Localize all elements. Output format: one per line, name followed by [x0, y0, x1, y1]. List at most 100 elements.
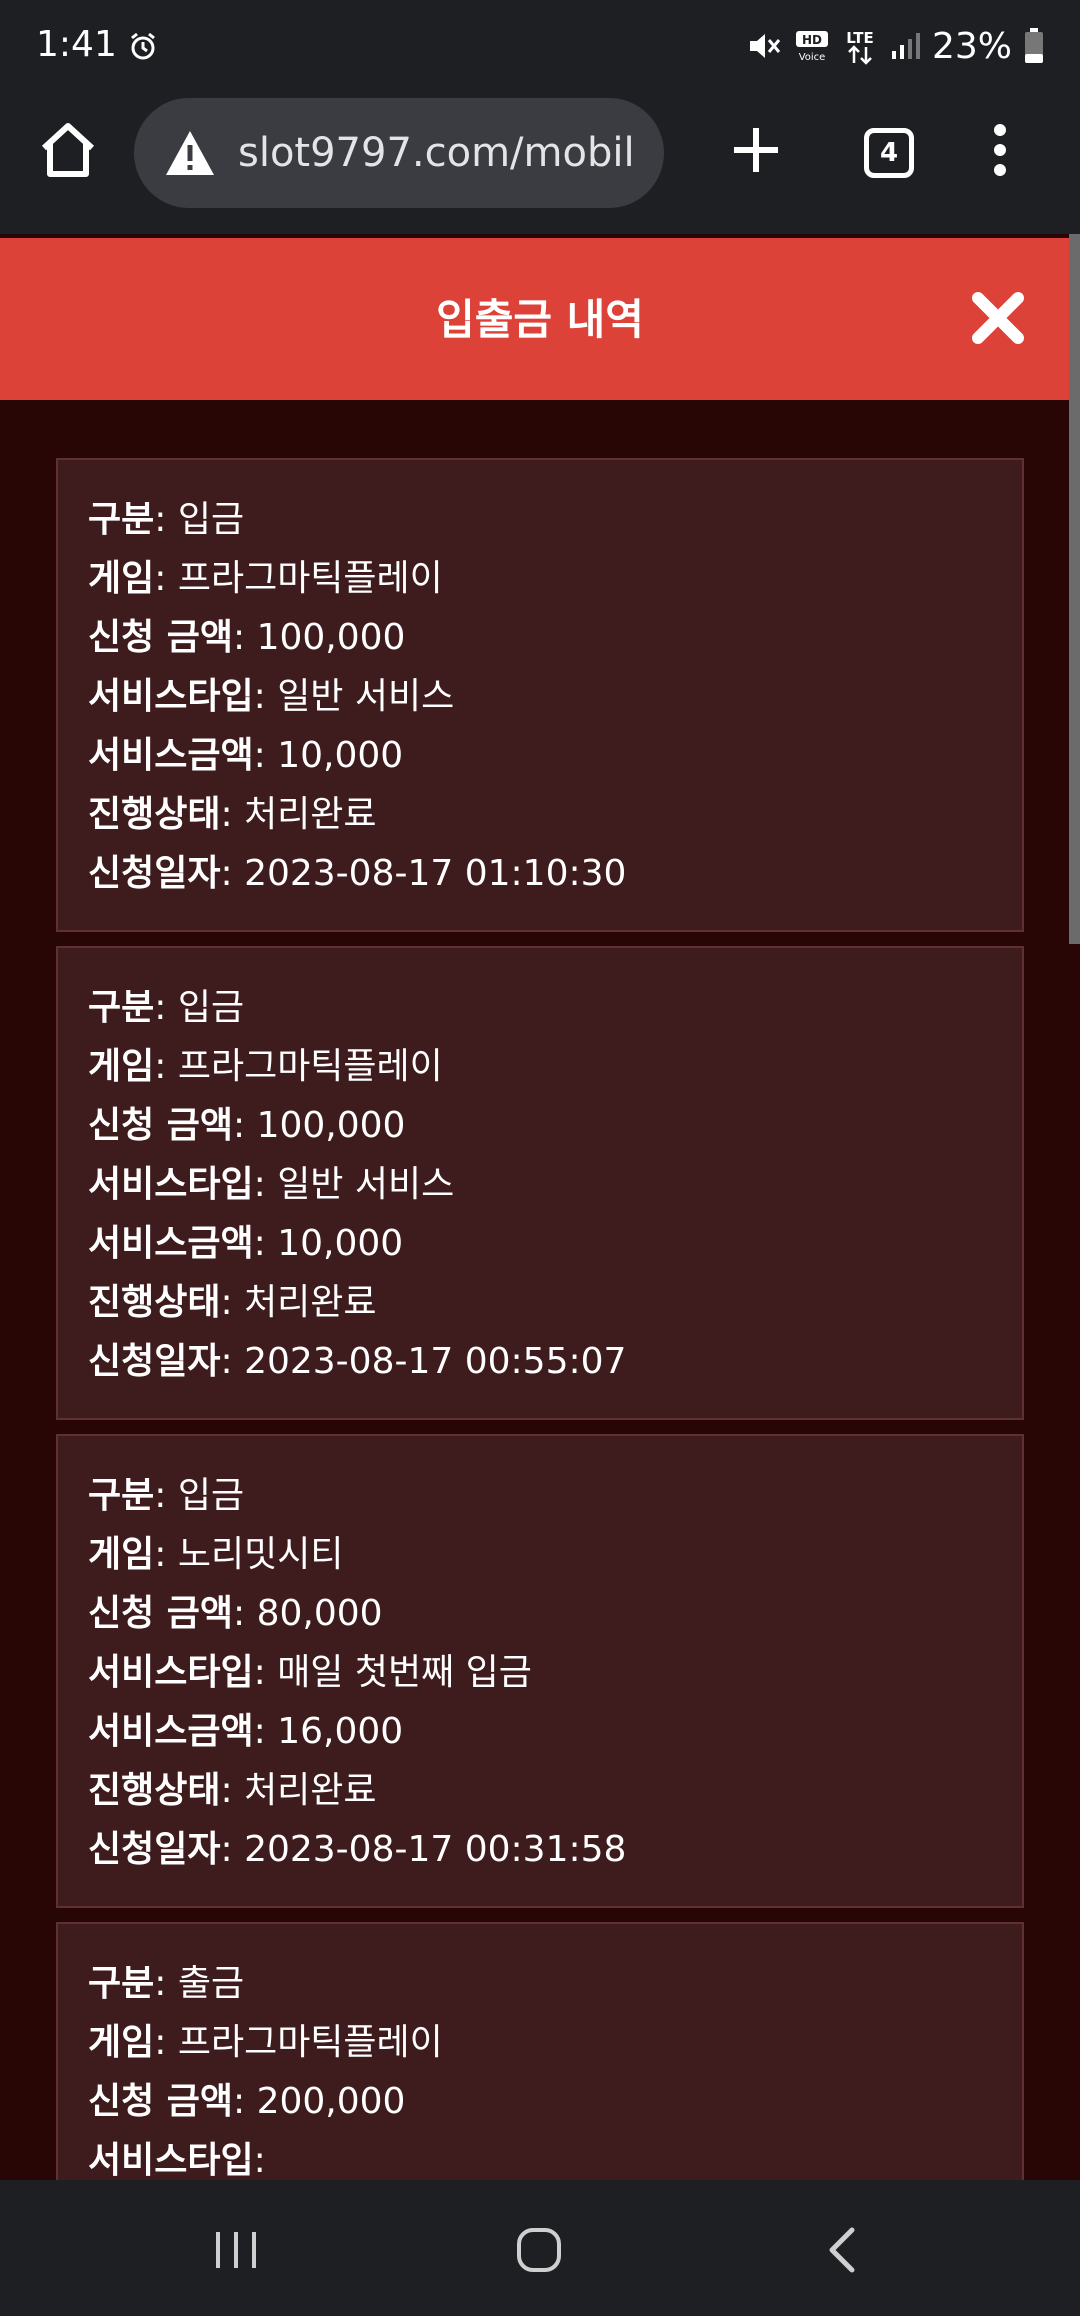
warning-icon[interactable] — [164, 127, 216, 179]
type-label: 구분 — [88, 499, 155, 540]
browser-toolbar: slot9797.com/mobil 4 — [0, 92, 1080, 234]
date-label: 신청일자 — [88, 853, 221, 894]
game-value: 프라그마틱플레이 — [177, 558, 443, 599]
amount-value: 200,000 — [256, 2081, 406, 2122]
mute-icon — [749, 34, 781, 58]
status-bar: 1:41 HD Voice LTE 23% — [0, 0, 1080, 92]
amount-value: 100,000 — [256, 1105, 406, 1146]
status-label: 진행상태 — [88, 1770, 221, 1811]
service-type-row: 서비스타입: — [88, 2140, 266, 2180]
svg-text:LTE: LTE — [846, 29, 874, 47]
service-amount-value: 10,000 — [277, 735, 404, 776]
alarm-icon — [131, 32, 155, 60]
hd-voice-icon: HD Voice — [795, 31, 828, 63]
amount-value: 80,000 — [256, 1593, 383, 1634]
status-value: 처리완료 — [244, 1282, 377, 1323]
date-row: 신청일자: 2023-08-17 00:31:58 — [88, 1829, 627, 1870]
service-type-label: 서비스타입 — [88, 1164, 254, 1205]
date-value: 2023-08-17 00:55:07 — [244, 1341, 627, 1382]
transaction-card: 구분: 입금 게임: 프라그마틱플레이 신청 금액: 100,000 서비스타입… — [56, 458, 1024, 932]
url-text[interactable]: slot9797.com/mobil — [238, 130, 635, 176]
transaction-card: 구분: 입금 게임: 노리밋시티 신청 금액: 80,000 서비스타입: 매일… — [56, 1434, 1024, 1908]
amount-label: 신청 금액 — [88, 617, 234, 658]
status-icons: HD Voice LTE 23% — [746, 24, 1044, 68]
amount-label: 신청 금액 — [88, 1593, 234, 1634]
type-label: 구분 — [88, 1475, 155, 1516]
tabs-icon[interactable]: 4 — [864, 128, 914, 178]
game-row: 게임: 노리밋시티 — [88, 1534, 344, 1575]
type-row: 구분: 입금 — [88, 987, 245, 1028]
game-label: 게임 — [88, 558, 155, 599]
service-type-value: 매일 첫번째 입금 — [277, 1652, 532, 1693]
modal-title: 입출금 내역 — [436, 295, 644, 344]
service-type-value: 일반 서비스 — [277, 676, 455, 717]
service-amount-label: 서비스금액 — [88, 1223, 254, 1264]
type-value: 입금 — [177, 1475, 245, 1516]
address-bar[interactable]: slot9797.com/mobil — [134, 98, 664, 208]
game-label: 게임 — [88, 1046, 155, 1087]
type-value: 입금 — [177, 987, 245, 1028]
game-label: 게임 — [88, 1534, 155, 1575]
amount-row: 신청 금액: 200,000 — [88, 2081, 406, 2122]
date-value: 2023-08-17 01:10:30 — [244, 853, 627, 894]
lte-icon: LTE — [846, 29, 874, 65]
home-icon[interactable] — [36, 118, 100, 182]
amount-label: 신청 금액 — [88, 1105, 234, 1146]
service-type-label: 서비스타입 — [88, 2140, 254, 2180]
game-value: 프라그마틱플레이 — [177, 2022, 443, 2063]
service-type-label: 서비스타입 — [88, 1652, 254, 1693]
tab-count: 4 — [879, 138, 899, 168]
game-label: 게임 — [88, 2022, 155, 2063]
transaction-card: 구분: 출금 게임: 프라그마틱플레이 신청 금액: 200,000 서비스타입… — [56, 1922, 1024, 2180]
type-row: 구분: 입금 — [88, 1475, 245, 1516]
back-icon[interactable] — [812, 2220, 872, 2280]
svg-text:HD: HD — [802, 33, 822, 47]
signal-icon — [891, 33, 920, 59]
type-value: 입금 — [177, 499, 245, 540]
amount-value: 100,000 — [256, 617, 406, 658]
status-row: 진행상태: 처리완료 — [88, 794, 377, 835]
status-value: 처리완료 — [244, 1770, 377, 1811]
amount-row: 신청 금액: 100,000 — [88, 617, 406, 658]
amount-row: 신청 금액: 100,000 — [88, 1105, 406, 1146]
date-label: 신청일자 — [88, 1829, 221, 1870]
service-type-label: 서비스타입 — [88, 676, 254, 717]
game-value: 프라그마틱플레이 — [177, 1046, 443, 1087]
service-amount-row: 서비스금액: 16,000 — [88, 1711, 404, 1752]
type-row: 구분: 출금 — [88, 1963, 245, 2004]
service-type-row: 서비스타입: 일반 서비스 — [88, 1164, 455, 1205]
type-value: 출금 — [177, 1963, 245, 2004]
date-value: 2023-08-17 00:31:58 — [244, 1829, 627, 1870]
service-type-value: 일반 서비스 — [277, 1164, 455, 1205]
svg-text:Voice: Voice — [799, 52, 826, 63]
date-label: 신청일자 — [88, 1341, 221, 1382]
status-time: 1:41 — [36, 24, 117, 65]
battery-percent: 23% — [931, 25, 1012, 67]
service-type-row: 서비스타입: 일반 서비스 — [88, 676, 455, 717]
game-value: 노리밋시티 — [177, 1534, 344, 1575]
home-circle-icon[interactable] — [509, 2220, 569, 2280]
more-vertical-icon[interactable] — [980, 118, 1020, 182]
service-amount-label: 서비스금액 — [88, 735, 254, 776]
service-amount-row: 서비스금액: 10,000 — [88, 1223, 404, 1264]
scrollbar-thumb[interactable] — [1069, 234, 1080, 944]
service-amount-value: 16,000 — [277, 1711, 404, 1752]
system-nav-bar — [0, 2180, 1080, 2316]
service-amount-value: 10,000 — [277, 1223, 404, 1264]
amount-row: 신청 금액: 80,000 — [88, 1593, 383, 1634]
game-row: 게임: 프라그마틱플레이 — [88, 558, 443, 599]
status-value: 처리완료 — [244, 794, 377, 835]
type-label: 구분 — [88, 987, 155, 1028]
date-row: 신청일자: 2023-08-17 01:10:30 — [88, 853, 627, 894]
service-amount-row: 서비스금액: 10,000 — [88, 735, 404, 776]
plus-icon[interactable] — [724, 118, 788, 182]
type-row: 구분: 입금 — [88, 499, 245, 540]
service-amount-label: 서비스금액 — [88, 1711, 254, 1752]
status-row: 진행상태: 처리완료 — [88, 1282, 377, 1323]
recent-apps-icon[interactable] — [206, 2220, 266, 2280]
modal-header: 입출금 내역 — [0, 238, 1080, 400]
game-row: 게임: 프라그마틱플레이 — [88, 1046, 443, 1087]
status-label: 진행상태 — [88, 794, 221, 835]
close-icon[interactable] — [968, 288, 1028, 348]
status-label: 진행상태 — [88, 1282, 221, 1323]
